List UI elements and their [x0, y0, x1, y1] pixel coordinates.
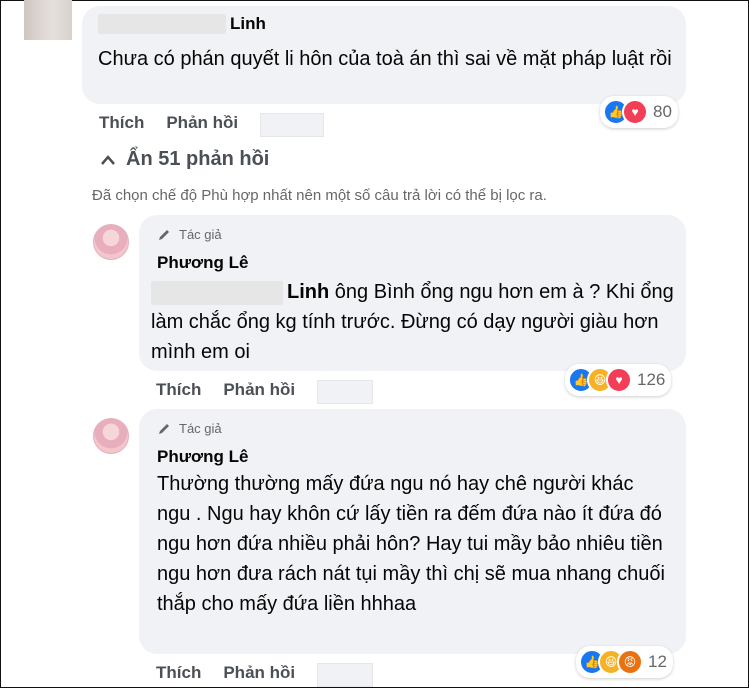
blurred-mention	[151, 280, 283, 305]
author-badge: Tác giả	[157, 227, 222, 242]
blurred-name	[98, 14, 226, 34]
angry-reaction-icon: 😡	[617, 649, 643, 675]
reaction-count: 12	[648, 652, 667, 671]
reaction-summary[interactable]: 👍 😆 😡 12	[576, 646, 673, 678]
reply-text: Thường thường mấy đứa ngu nó hay chê ngư…	[157, 473, 665, 615]
comment-actions: Thích Phản hồi	[99, 113, 325, 137]
love-reaction-icon: ♥	[606, 367, 632, 393]
reply-author[interactable]: Phương Lê	[157, 253, 248, 273]
love-reaction-icon: ♥	[622, 99, 648, 125]
author-badge-label: Tác giả	[179, 421, 222, 436]
reply-button[interactable]: Phản hồi	[223, 663, 295, 687]
pencil-icon	[159, 423, 169, 434]
reply-text: Linh ông Bình ổng ngu hơn em à ? Khi ổng…	[151, 277, 679, 367]
comment-author[interactable]: Linh	[230, 14, 266, 34]
pencil-icon	[159, 229, 169, 240]
reaction-summary[interactable]: 👍 😆 ♥ 126	[565, 364, 672, 396]
reply-actions: Thích Phản hồi	[156, 380, 374, 404]
mention-name[interactable]: Linh	[287, 281, 329, 303]
reply-actions: Thích Phản hồi	[156, 663, 374, 687]
reply-button[interactable]: Phản hồi	[166, 113, 238, 137]
author-badge-label: Tác giả	[179, 227, 222, 242]
blurred-timestamp	[317, 663, 374, 687]
reply-bubble: Tác giả Phương Lê Linh ông Bình ổng ngu …	[139, 215, 686, 371]
avatar[interactable]	[93, 224, 129, 260]
like-button[interactable]: Thích	[156, 663, 201, 687]
like-button[interactable]: Thích	[156, 380, 201, 404]
reply-button[interactable]: Phản hồi	[223, 380, 295, 404]
reaction-count: 80	[653, 102, 672, 121]
blurred-timestamp	[317, 380, 374, 404]
chevron-up-icon	[101, 154, 115, 165]
author-badge: Tác giả	[157, 421, 222, 436]
reply-bubble: Tác giả Phương Lê Thường thường mấy đứa …	[139, 409, 686, 654]
hide-replies-label: Ẩn 51 phản hồi	[126, 148, 270, 170]
reply-author[interactable]: Phương Lê	[157, 447, 248, 467]
hide-replies-toggle[interactable]: Ẩn 51 phản hồi	[100, 148, 269, 171]
filter-notice: Đã chọn chế độ Phù hợp nhất nên một số c…	[92, 187, 547, 204]
blurred-avatar	[24, 0, 72, 40]
like-button[interactable]: Thích	[99, 113, 144, 137]
comment-text: Chưa có phán quyết li hôn của toà án thì…	[98, 48, 672, 70]
comment-bubble: Linh Chưa có phán quyết li hôn của toà á…	[82, 6, 686, 104]
avatar[interactable]	[93, 418, 129, 454]
reaction-summary[interactable]: 👍 ♥ 80	[600, 96, 678, 128]
blurred-timestamp	[260, 113, 325, 137]
reaction-count: 126	[637, 370, 666, 389]
